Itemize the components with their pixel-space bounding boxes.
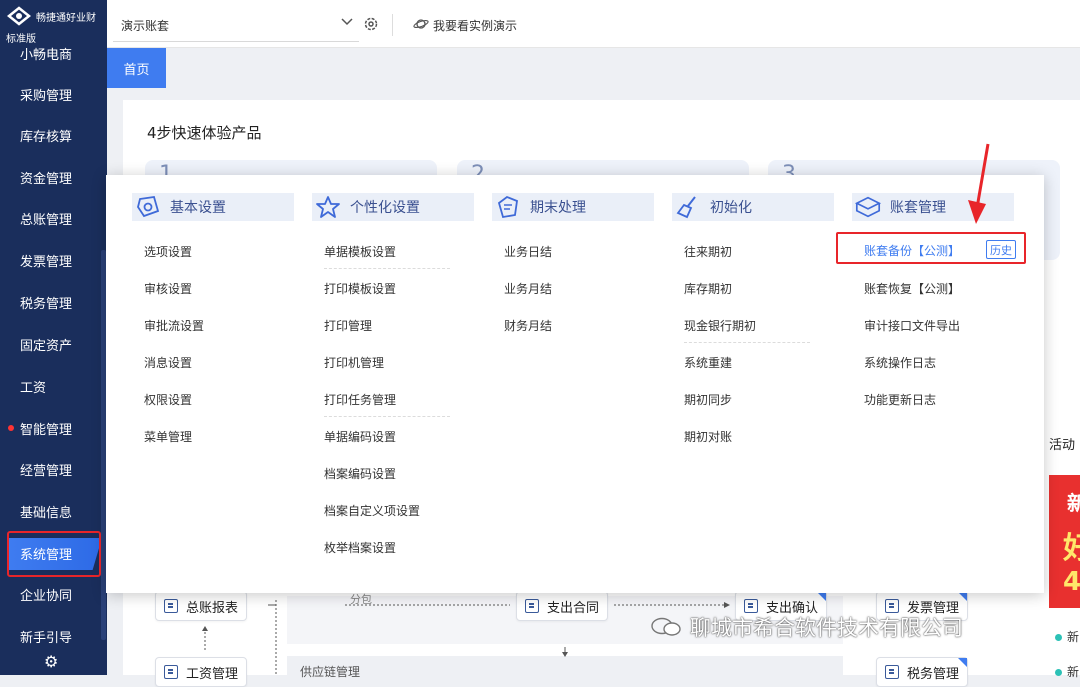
menu-item[interactable]: 系统操作日志	[864, 354, 936, 371]
flow-tax[interactable]: 税务管理	[876, 657, 969, 687]
menu-item[interactable]: 账套恢复【公测】	[864, 280, 960, 297]
document-icon	[885, 599, 899, 613]
document-icon	[164, 599, 178, 613]
menu-item[interactable]: 审批流设置	[144, 317, 204, 334]
gear-icon	[134, 194, 162, 220]
menu-column-header: 期末处理	[492, 193, 654, 221]
flow-salary[interactable]: 工资管理	[155, 657, 248, 687]
menu-item[interactable]: 单据模板设置	[324, 243, 396, 260]
menu-item[interactable]: 打印任务管理	[324, 391, 396, 408]
menu-item[interactable]: 财务月结	[504, 317, 552, 334]
menu-item[interactable]: 期初同步	[684, 391, 732, 408]
menu-item[interactable]: 档案编码设置	[324, 465, 396, 482]
history-button[interactable]: 历史	[986, 240, 1016, 259]
menu-item-account-backup[interactable]: 账套备份【公测】	[864, 242, 960, 259]
menu-item[interactable]: 消息设置	[144, 354, 192, 371]
menu-item[interactable]: 打印管理	[324, 317, 372, 334]
menu-item[interactable]: 库存期初	[684, 280, 732, 297]
flow-expense-contract[interactable]: 支出合同	[516, 591, 609, 621]
menu-column-header: 基本设置	[132, 193, 294, 221]
menu-item[interactable]: 业务日结	[504, 243, 552, 260]
menu-item[interactable]: 菜单管理	[144, 428, 192, 445]
menu-column-personalization: 个性化设置	[312, 193, 474, 221]
menu-column-period-end: 期末处理	[492, 193, 654, 221]
menu-item[interactable]: 打印模板设置	[324, 280, 396, 297]
account-set-icon	[854, 194, 882, 220]
red-arrow-annotation	[968, 143, 990, 224]
menu-item[interactable]: 审计接口文件导出	[864, 317, 960, 334]
menu-item[interactable]: 往来期初	[684, 243, 732, 260]
document-icon	[744, 599, 758, 613]
menu-column-header: 初始化	[672, 193, 834, 221]
flow-ledger-report[interactable]: 总账报表	[155, 591, 248, 621]
menu-separator	[324, 268, 450, 269]
document-icon	[525, 599, 539, 613]
system-management-menu: 基本设置 个性化设置 期末处理 初始化 账套管理 选项设置 审核设置 审批流设置…	[106, 175, 1044, 593]
menu-item[interactable]: 审核设置	[144, 280, 192, 297]
menu-item[interactable]: 系统重建	[684, 354, 732, 371]
menu-item[interactable]: 打印机管理	[324, 354, 384, 371]
menu-item[interactable]: 档案自定义项设置	[324, 502, 420, 519]
menu-item[interactable]: 期初对账	[684, 428, 732, 445]
menu-item[interactable]: 选项设置	[144, 243, 192, 260]
watermark: 聊城市希合软件技术有限公司	[650, 612, 963, 642]
menu-column-header: 个性化设置	[312, 193, 474, 221]
star-icon	[314, 194, 342, 220]
menu-separator	[684, 342, 810, 343]
menu-item[interactable]: 枚举档案设置	[324, 539, 396, 556]
menu-item[interactable]: 功能更新日志	[864, 391, 936, 408]
document-icon	[164, 665, 178, 679]
broom-icon	[674, 194, 702, 220]
wechat-icon	[650, 617, 682, 637]
period-end-icon	[494, 194, 522, 220]
menu-item[interactable]: 单据编码设置	[324, 428, 396, 445]
document-icon	[885, 665, 899, 679]
menu-column-basic-settings: 基本设置	[132, 193, 294, 221]
menu-item[interactable]: 业务月结	[504, 280, 552, 297]
menu-item[interactable]: 现金银行期初	[684, 317, 756, 334]
menu-item[interactable]: 权限设置	[144, 391, 192, 408]
menu-column-initialization: 初始化	[672, 193, 834, 221]
menu-separator	[324, 416, 450, 417]
